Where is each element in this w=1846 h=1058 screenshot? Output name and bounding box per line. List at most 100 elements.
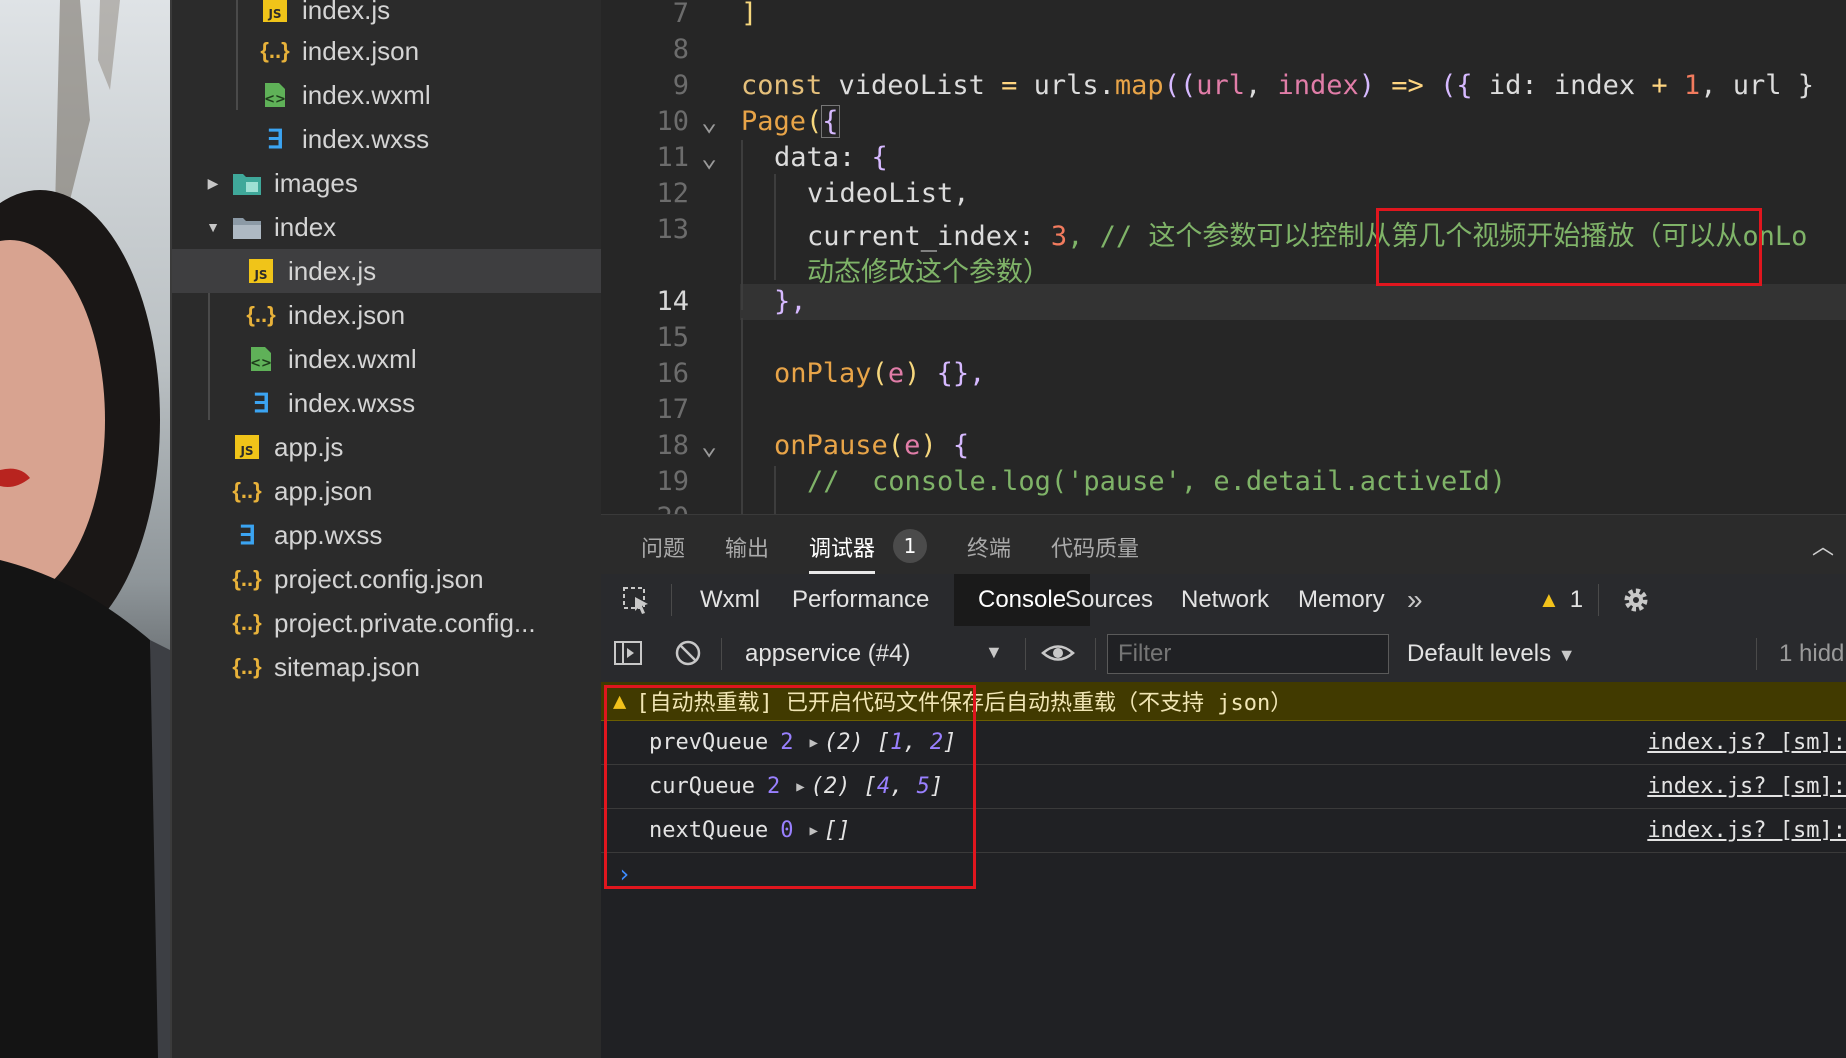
tab-output[interactable]: 输出 bbox=[725, 531, 769, 563]
fold-chevron-icon[interactable]: ⌄ bbox=[701, 106, 723, 137]
json-file-icon: {..} bbox=[246, 302, 276, 327]
tab-sources[interactable]: Sources bbox=[1065, 574, 1153, 626]
hidden-messages-count[interactable]: 1 hidd bbox=[1779, 640, 1844, 668]
code-line-7: ] bbox=[741, 0, 758, 29]
line-number: 16 bbox=[656, 358, 689, 389]
code-editor[interactable]: 7 8 9 10 11 12 13 14 15 16 17 18 19 20 ⌄… bbox=[601, 0, 1846, 514]
line-number: 17 bbox=[656, 394, 689, 425]
json-file-icon: {..} bbox=[232, 566, 262, 591]
js-file-icon: JS bbox=[232, 432, 262, 462]
source-link[interactable]: index.js? [sm]: bbox=[1647, 774, 1846, 799]
panel-tabbar: 问题 输出 调试器 1 终端 代码质量 ︿ bbox=[601, 514, 1846, 575]
tab-memory[interactable]: Memory bbox=[1298, 574, 1385, 626]
svg-text:JS: JS bbox=[267, 7, 281, 21]
tree-item-project-private-config[interactable]: {..} project.private.config... bbox=[172, 601, 661, 645]
line-number-current: 14 bbox=[656, 286, 689, 317]
tree-item-index-wxss[interactable]: ∃ index.wxss bbox=[172, 381, 675, 425]
dropdown-arrow-icon[interactable]: ▼ bbox=[985, 642, 1003, 663]
more-tabs-button[interactable]: » bbox=[1407, 574, 1423, 626]
chevron-up-icon[interactable]: ︿ bbox=[1812, 529, 1834, 561]
filter-input[interactable] bbox=[1107, 634, 1389, 674]
sidebar-toggle-icon[interactable] bbox=[613, 638, 643, 673]
dropdown-arrow-icon: ▼ bbox=[1557, 645, 1576, 665]
debugger-badge: 1 bbox=[893, 529, 927, 563]
devtools-tabbar: Wxml Performance Console Sources Network… bbox=[601, 574, 1846, 627]
tree-item-app-wxss[interactable]: ∃ app.wxss bbox=[172, 513, 661, 557]
console-toolbar: appservice (#4) ▼ Default levels ▼ 1 hid… bbox=[601, 626, 1846, 683]
json-file-icon: {..} bbox=[232, 654, 262, 679]
tree-item-app-js[interactable]: JS app.js bbox=[172, 425, 661, 469]
warnings-count: 1 bbox=[1569, 586, 1584, 613]
js-file-icon: JS bbox=[246, 256, 276, 286]
svg-text:JS: JS bbox=[239, 444, 253, 458]
tab-code-quality[interactable]: 代码质量 bbox=[1051, 531, 1139, 563]
line-number: 20 bbox=[601, 502, 689, 514]
svg-text:<>: <> bbox=[264, 92, 286, 107]
indent-guide bbox=[741, 318, 743, 514]
code-line-12: videoList, bbox=[807, 178, 970, 209]
line-number: 7 bbox=[672, 0, 689, 29]
json-file-icon: {..} bbox=[232, 610, 262, 635]
tree-item-sitemap-json[interactable]: {..} sitemap.json bbox=[172, 645, 661, 689]
chevron-right-icon[interactable]: ▶ bbox=[204, 175, 222, 192]
video-preview-photo bbox=[0, 0, 170, 1058]
chevron-down-icon[interactable]: ▼ bbox=[204, 219, 222, 235]
warning-icon: ▲ bbox=[1538, 587, 1560, 612]
line-number: 18 bbox=[656, 430, 689, 461]
highlight-box-queues bbox=[604, 685, 976, 889]
console-output[interactable]: ▲ [自动热重载] 已开启代码文件保存后自动热重载（不支持 json） prev… bbox=[601, 682, 1846, 1058]
line-number: 15 bbox=[656, 322, 689, 353]
svg-text:JS: JS bbox=[253, 268, 267, 282]
tree-item-index-wxml[interactable]: <> index.wxml bbox=[172, 337, 675, 381]
fold-chevron-icon[interactable]: ⌄ bbox=[701, 142, 723, 173]
code-line-19: // console.log('pause', e.detail.activeI… bbox=[807, 466, 1506, 497]
code-line-10: Page({ bbox=[741, 105, 840, 138]
log-levels-dropdown[interactable]: Default levels ▼ bbox=[1407, 640, 1576, 668]
gear-icon[interactable] bbox=[1621, 574, 1651, 626]
code-line-9: const videoList = urls.map((url, index) … bbox=[741, 70, 1814, 101]
tree-folder-images[interactable]: ▶ images bbox=[172, 161, 633, 205]
wxss-file-icon: ∃ bbox=[252, 387, 270, 418]
warnings-indicator[interactable]: ▲ 1 bbox=[1538, 574, 1583, 626]
file-explorer: JS index.js {..} index.json <> index.wxm… bbox=[170, 0, 675, 1058]
tab-debugger[interactable]: 调试器 bbox=[809, 531, 875, 563]
tree-item-index-js-selected[interactable]: JS index.js bbox=[172, 249, 675, 293]
code-line-14: }, bbox=[774, 286, 807, 317]
source-link[interactable]: index.js? [sm]: bbox=[1647, 818, 1846, 843]
line-number: 11 bbox=[656, 142, 689, 173]
code-line-18: onPause(e) { bbox=[774, 430, 970, 461]
line-number: 8 bbox=[672, 34, 689, 65]
clear-console-icon[interactable] bbox=[673, 638, 703, 673]
highlight-box-current-index bbox=[1376, 208, 1762, 286]
tree-item-app-json[interactable]: {..} app.json bbox=[172, 469, 661, 513]
current-line-highlight bbox=[740, 284, 1846, 320]
tab-problems[interactable]: 问题 bbox=[641, 531, 685, 563]
tree-item-project-config-json[interactable]: {..} project.config.json bbox=[172, 557, 661, 601]
indent-guide bbox=[774, 466, 776, 514]
indent-guide bbox=[774, 174, 776, 280]
tab-network[interactable]: Network bbox=[1181, 574, 1269, 626]
svg-text:<>: <> bbox=[250, 356, 272, 371]
wxml-file-icon: <> bbox=[246, 344, 276, 374]
line-number: 9 bbox=[672, 70, 689, 101]
code-line-16: onPlay(e) {}, bbox=[774, 358, 986, 389]
wxml-file-icon: <> bbox=[260, 80, 290, 110]
context-selector[interactable]: appservice (#4) bbox=[745, 640, 910, 668]
source-link[interactable]: index.js? [sm]: bbox=[1647, 730, 1846, 755]
line-number: 13 bbox=[656, 214, 689, 245]
tab-wxml[interactable]: Wxml bbox=[700, 574, 760, 626]
indent-guide bbox=[741, 140, 743, 310]
line-number: 12 bbox=[656, 178, 689, 209]
line-number: 19 bbox=[656, 466, 689, 497]
folder-images-icon bbox=[232, 168, 262, 198]
eye-icon[interactable] bbox=[1041, 638, 1075, 673]
tree-folder-index[interactable]: ▼ index bbox=[172, 205, 633, 249]
fold-chevron-icon[interactable]: ⌄ bbox=[701, 430, 723, 461]
json-file-icon: {..} bbox=[232, 478, 262, 503]
tab-performance[interactable]: Performance bbox=[792, 574, 929, 626]
inspect-element-icon[interactable] bbox=[621, 574, 651, 626]
line-number: 10 bbox=[656, 106, 689, 137]
tree-item-index-json[interactable]: {..} index.json bbox=[172, 293, 675, 337]
tab-terminal[interactable]: 终端 bbox=[967, 531, 1011, 563]
code-line-13-wrap: 动态修改这个参数） bbox=[807, 257, 1050, 288]
